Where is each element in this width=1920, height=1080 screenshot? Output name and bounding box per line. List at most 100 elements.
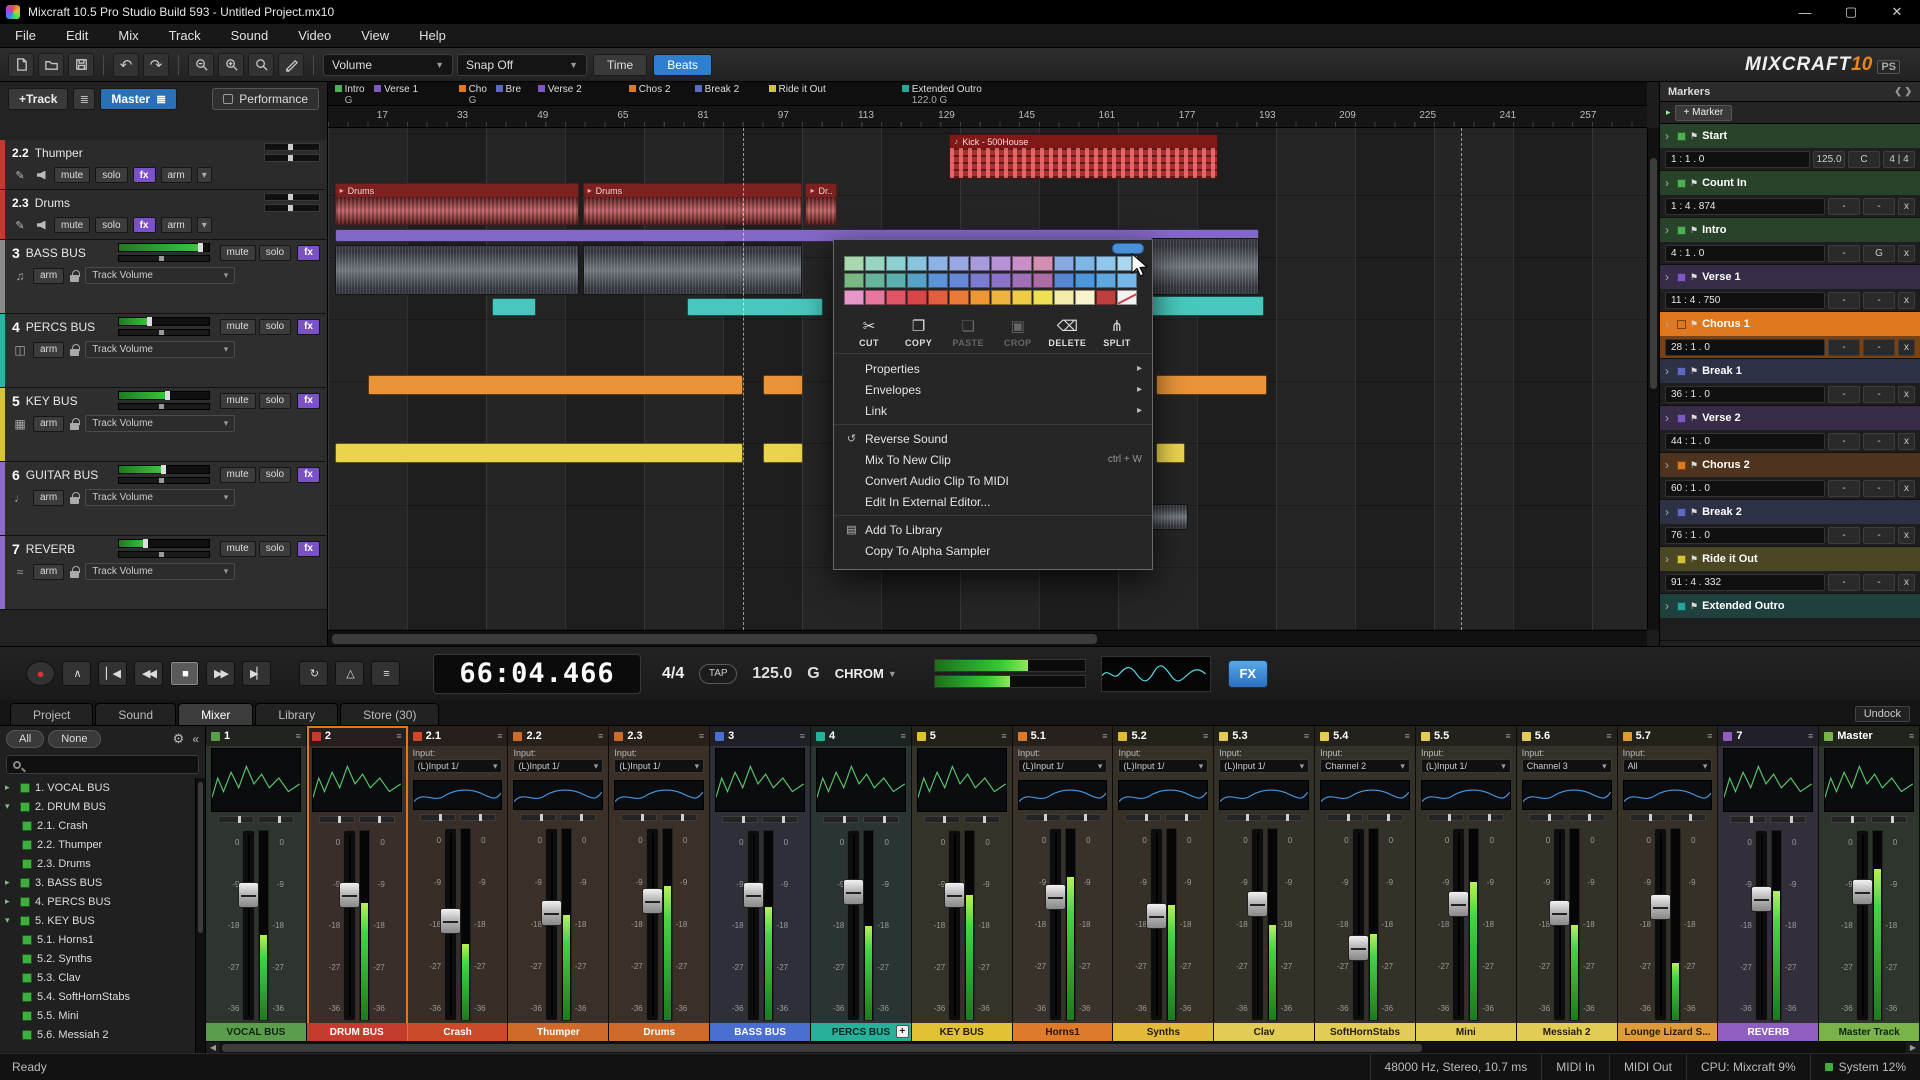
chevron-icon[interactable]: › (1665, 599, 1673, 613)
track-volume-slider[interactable] (264, 193, 320, 201)
track-row-guitar-bus[interactable]: 6GUITAR BUSmutesolofx♩armTrack Volume▾ (0, 462, 327, 536)
marker-field[interactable]: - (1863, 527, 1895, 544)
volume-fader[interactable] (343, 830, 356, 1021)
strip-menu-icon[interactable]: ≡ (699, 731, 704, 741)
mute-button[interactable]: mute (220, 467, 256, 483)
midi-in-status[interactable]: MIDI In (1541, 1054, 1609, 1080)
crop-action[interactable]: ▣CROP (995, 317, 1041, 348)
marker-time-field[interactable]: 28 : 1 . 0 (1665, 339, 1825, 356)
marker-time-field[interactable]: 60 : 1 . 0 (1665, 480, 1825, 497)
arrange-horizontal-scrollbar[interactable] (328, 630, 1647, 646)
panel-collapse-icons[interactable]: ❮ ❯ (1894, 86, 1912, 97)
send-slider[interactable] (964, 816, 1000, 823)
marker-time-field[interactable]: 1 : 1 . 0 (1665, 151, 1810, 168)
lock-icon[interactable] (69, 344, 80, 356)
fast-forward-button[interactable]: ▶▶ (206, 661, 235, 686)
send-slider[interactable] (762, 816, 798, 823)
mixer-levels-button[interactable]: ≡ (371, 661, 400, 686)
context-item-copy-to-alpha-sampler[interactable]: Copy To Alpha Sampler (834, 540, 1152, 561)
marker-delete-button[interactable]: x (1898, 339, 1915, 356)
solo-button[interactable]: solo (259, 541, 291, 557)
fx-button[interactable]: FX (1228, 660, 1268, 688)
chevron-icon[interactable]: › (1665, 176, 1673, 190)
eq-display[interactable] (1623, 780, 1713, 810)
send-slider[interactable] (460, 814, 496, 821)
clip[interactable] (763, 443, 803, 463)
eq-display[interactable] (1421, 780, 1511, 810)
chevron-right-icon[interactable]: ▸ (1666, 107, 1671, 118)
tab-project[interactable]: Project (10, 703, 93, 725)
fader-cap[interactable] (1146, 903, 1167, 929)
strip-menu-icon[interactable]: ≡ (1102, 731, 1107, 741)
marker-delete-button[interactable]: x (1898, 527, 1915, 544)
color-swatch[interactable] (844, 273, 864, 288)
clip[interactable] (335, 443, 744, 463)
marker-row-intro[interactable]: ›⚑Intro4 : 1 . 0-Gx (1660, 218, 1920, 265)
strip-name-label[interactable]: PERCS BUS+ (811, 1023, 911, 1041)
color-swatch[interactable] (1012, 273, 1032, 288)
marker-field[interactable]: - (1863, 292, 1895, 309)
tree-item-5-3-clav[interactable]: 5.3. Clav (0, 968, 195, 987)
color-swatch[interactable] (865, 273, 885, 288)
eq-display[interactable] (1723, 748, 1813, 812)
send-slider[interactable] (863, 816, 899, 823)
marker-time-field[interactable]: 44 : 1 . 0 (1665, 433, 1825, 450)
eq-display[interactable] (1118, 780, 1208, 810)
marker-field[interactable]: C (1848, 151, 1880, 168)
send-slider[interactable] (1670, 814, 1706, 821)
send-slider[interactable] (1630, 814, 1666, 821)
volume-fader[interactable] (1654, 828, 1667, 1021)
strip-name-label[interactable]: REVERB (1718, 1023, 1818, 1041)
marker-delete-button[interactable]: x (1898, 433, 1915, 450)
chevron-right-icon[interactable]: ▸ (5, 782, 15, 793)
color-swatch[interactable] (865, 256, 885, 271)
marker-field[interactable]: - (1863, 198, 1895, 215)
tree-item-5-4-softhornstabs[interactable]: 5.4. SoftHornStabs (0, 987, 195, 1006)
record-button[interactable]: ● (26, 661, 55, 686)
color-swatch[interactable] (928, 290, 948, 305)
scrollbar-thumb[interactable] (1650, 158, 1657, 389)
input-select[interactable]: (L)Input 1/▾ (614, 759, 704, 773)
mixer-strip-5-5[interactable]: 5.5≡Input:(L)Input 1/▾0-9-18-27-360-9-18… (1416, 726, 1517, 1041)
lock-icon[interactable] (69, 418, 80, 430)
section-ruler[interactable]: IntroGVerse 1ChoGBreVerse 2Chos 2Break 2… (328, 82, 1647, 106)
color-swatch[interactable] (970, 290, 990, 305)
input-select[interactable]: (L)Input 1/▾ (1018, 759, 1108, 773)
context-item-properties[interactable]: Properties▸ (834, 358, 1152, 379)
solo-button[interactable]: solo (259, 467, 291, 483)
loop-button[interactable]: ↻ (299, 661, 328, 686)
timeline-section-verse-1[interactable]: Verse 1 (374, 84, 418, 95)
fader-cap[interactable] (339, 882, 360, 908)
add-marker-button[interactable]: + Marker (1675, 105, 1733, 121)
new-project-icon[interactable] (8, 53, 34, 77)
mixer-strip-5-2[interactable]: 5.2≡Input:(L)Input 1/▾0-9-18-27-360-9-18… (1113, 726, 1214, 1041)
send-slider[interactable] (359, 816, 395, 823)
chevron-icon[interactable]: › (1665, 552, 1673, 566)
clip-drums[interactable]: ▸Drums (583, 183, 802, 225)
filter-none-button[interactable]: None (48, 730, 100, 748)
track-volume-slider[interactable] (118, 391, 210, 400)
send-slider[interactable] (1468, 814, 1504, 821)
send-slider[interactable] (1327, 814, 1363, 821)
menu-item-sound[interactable]: Sound (216, 24, 284, 47)
strip-menu-icon[interactable]: ≡ (396, 731, 401, 741)
mute-button[interactable]: mute (220, 541, 256, 557)
copy-action[interactable]: ❐COPY (896, 317, 942, 348)
add-send-button[interactable]: + (896, 1025, 909, 1038)
eq-display[interactable] (413, 780, 503, 810)
strip-menu-icon[interactable]: ≡ (1707, 731, 1712, 741)
arm-button[interactable]: arm (161, 167, 192, 183)
lock-icon[interactable] (69, 492, 80, 504)
color-swatch[interactable] (991, 290, 1011, 305)
menu-item-edit[interactable]: Edit (51, 24, 103, 47)
marker-field[interactable]: - (1863, 433, 1895, 450)
tree-item-5-6-messiah-2[interactable]: 5.6. Messiah 2 (0, 1025, 195, 1044)
search-input[interactable] (6, 755, 199, 774)
tempo-value[interactable]: 125.0 (752, 665, 792, 683)
send-slider[interactable] (258, 816, 294, 823)
mixer-strip-4[interactable]: 4≡0-9-18-27-360-9-18-27-36PERCS BUS+ (811, 726, 912, 1041)
volume-fader[interactable] (646, 828, 659, 1021)
send-slider[interactable] (1165, 814, 1201, 821)
color-swatch[interactable] (886, 290, 906, 305)
send-slider[interactable] (1226, 814, 1262, 821)
